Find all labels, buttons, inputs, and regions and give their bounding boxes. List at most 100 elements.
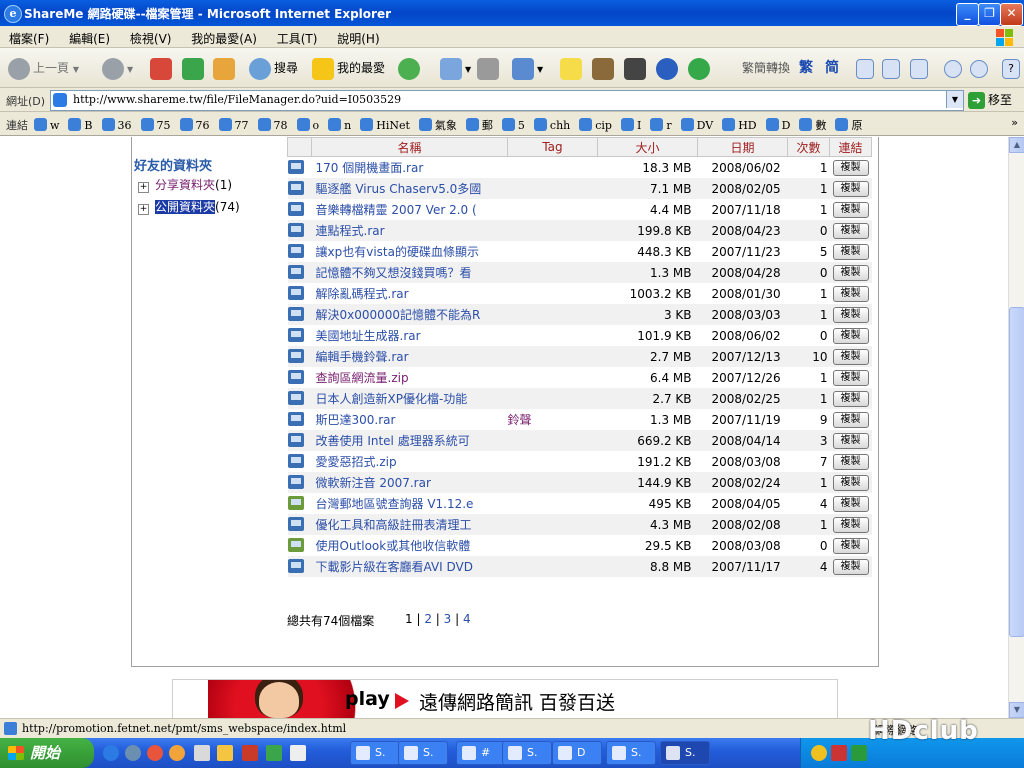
copy-button[interactable]: 複製 [832, 244, 869, 260]
scroll-up-icon[interactable]: ▲ [1009, 137, 1024, 153]
menu-help[interactable]: 說明(H) [328, 26, 386, 47]
tray-icon[interactable] [811, 745, 827, 761]
copy-button[interactable]: 複製 [832, 517, 869, 533]
copy-button[interactable]: 複製 [832, 223, 869, 239]
link-item[interactable]: 36 [101, 118, 132, 132]
favorites-button[interactable]: 我的最愛 [312, 55, 385, 81]
link-item[interactable]: 78 [257, 118, 288, 132]
address-dropdown-icon[interactable]: ▼ [946, 91, 963, 108]
maximize-button[interactable]: ❐ [978, 3, 1001, 26]
table-row[interactable]: 記憶體不夠又想沒錢買嗎？看 1.3 MB 2008/04/28 0 複製 [287, 262, 872, 283]
header-count[interactable]: 次數 [787, 137, 830, 157]
link-item[interactable]: 氣象 [418, 117, 457, 133]
link-item[interactable]: n [328, 118, 351, 132]
table-row[interactable]: 微軟新注音 2007.rar 144.9 KB 2008/02/24 1 複製 [287, 472, 872, 493]
header-size[interactable]: 大小 [597, 137, 698, 157]
go-button[interactable]: ➜ 移至 [968, 91, 1012, 109]
taskbar-task[interactable]: S. [660, 741, 710, 765]
copy-button[interactable]: 複製 [832, 538, 869, 554]
table-row[interactable]: 解除亂碼程式.rar 1003.2 KB 2008/01/30 1 複製 [287, 283, 872, 304]
copy-button[interactable]: 複製 [832, 160, 869, 176]
folder-quicklaunch-icon[interactable] [217, 745, 233, 761]
minimize-button[interactable]: _ [956, 3, 979, 26]
table-row[interactable]: 使用Outlook或其他收信軟體 29.5 KB 2008/03/08 0 複製 [287, 535, 872, 556]
table-row[interactable]: 愛愛惡招式.zip 191.2 KB 2008/03/08 7 複製 [287, 451, 872, 472]
copy-button[interactable]: 複製 [832, 475, 869, 491]
scroll-thumb[interactable] [1009, 307, 1024, 637]
link-item[interactable]: B [68, 118, 93, 132]
history-button[interactable] [398, 55, 423, 81]
copy-button[interactable]: 複製 [832, 433, 869, 449]
copy-button[interactable]: 複製 [832, 496, 869, 512]
menu-tools[interactable]: 工具(T) [268, 26, 325, 47]
link-item[interactable]: 76 [179, 118, 210, 132]
file-name-link[interactable]: 解除亂碼程式.rar [311, 283, 508, 304]
table-row[interactable]: 改善使用 Intel 處理器系統可 669.2 KB 2008/04/14 3 複製 [287, 430, 872, 451]
table-row[interactable]: 編輯手機鈴聲.rar 2.7 MB 2007/12/13 10 複製 [287, 346, 872, 367]
file-name-link[interactable]: 音樂轉檔精靈 2007 Ver 2.0 ( [311, 199, 508, 220]
table-row[interactable]: 優化工具和高級註冊表清理工 4.3 MB 2008/02/08 1 複製 [287, 514, 872, 535]
file-name-link[interactable]: 微軟新注音 2007.rar [311, 472, 508, 493]
link-item[interactable]: 原 [835, 117, 862, 133]
zoom-out-button[interactable] [970, 55, 991, 81]
copy-button[interactable]: 複製 [832, 391, 869, 407]
app-quicklaunch-icon[interactable] [242, 745, 258, 761]
messenger-button[interactable] [688, 55, 713, 81]
table-row[interactable]: 讓xp也有vista的硬碟血條顯示 448.3 KB 2007/11/23 5 複製 [287, 241, 872, 262]
file-name-link[interactable]: 記憶體不夠又想沒錢買嗎？看 [311, 262, 508, 283]
file-name-link[interactable]: 下載影片級在客廳看AVI DVD [311, 556, 508, 577]
table-row[interactable]: 日本人創造新XP優化檔-功能 2.7 KB 2008/02/25 1 複製 [287, 388, 872, 409]
tool-quicklaunch-icon[interactable] [194, 745, 210, 761]
research-button[interactable] [592, 55, 617, 81]
file-name-link[interactable]: 連點程式.rar [311, 220, 508, 241]
expand-icon[interactable]: + [138, 182, 149, 193]
refresh-button[interactable] [182, 55, 207, 81]
firefox-quicklaunch-icon[interactable] [169, 745, 185, 761]
copy-button[interactable]: 複製 [832, 412, 869, 428]
traditional-button[interactable]: 繁 [799, 55, 813, 81]
taskbar-task[interactable]: S. [502, 741, 552, 765]
lock-button[interactable] [910, 55, 931, 81]
scroll-down-icon[interactable]: ▼ [1009, 702, 1024, 718]
taskbar-task[interactable]: D [552, 741, 602, 765]
browser-quicklaunch-icon[interactable] [125, 745, 141, 761]
link-item[interactable]: chh [533, 118, 570, 132]
taskbar-task[interactable]: S. [398, 741, 448, 765]
edit-button[interactable]: ▼ [512, 55, 543, 81]
link-item[interactable]: HiNet [360, 118, 410, 132]
copy-button[interactable]: 複製 [832, 349, 869, 365]
menu-view[interactable]: 檢視(V) [121, 26, 179, 47]
tray-icon[interactable] [851, 745, 867, 761]
link-item[interactable]: w [34, 118, 59, 132]
copy-button[interactable]: 複製 [832, 454, 869, 470]
menu-file[interactable]: 檔案(F) [0, 26, 56, 47]
table-row[interactable]: 台灣郵地區號查詢器 V1.12.e 495 KB 2008/04/05 4 複製 [287, 493, 872, 514]
tray-icon[interactable] [831, 745, 847, 761]
download-button[interactable] [882, 55, 903, 81]
link-item[interactable]: I [620, 118, 641, 132]
copy-button[interactable]: 複製 [832, 202, 869, 218]
file-name-link[interactable]: 日本人創造新XP優化檔-功能 [311, 388, 508, 409]
taskbar-task[interactable]: # [456, 741, 506, 765]
taskbar-task[interactable]: S. [350, 741, 400, 765]
copy-button[interactable]: 複製 [832, 181, 869, 197]
file-name-link[interactable]: 改善使用 Intel 處理器系統可 [311, 430, 508, 451]
page-link[interactable]: 2 [424, 612, 432, 626]
page-link[interactable]: 3 [444, 612, 452, 626]
stop-button[interactable] [150, 55, 175, 81]
link-item[interactable]: 75 [140, 118, 171, 132]
tool-button[interactable] [624, 55, 649, 81]
link-item[interactable]: DV [680, 118, 713, 132]
start-button[interactable]: 開始 [0, 738, 94, 768]
link-item[interactable]: D [765, 118, 790, 132]
app3-quicklaunch-icon[interactable] [290, 745, 306, 761]
back-button[interactable]: 上一頁 ▼ [8, 55, 79, 81]
copy-button[interactable]: 複製 [832, 307, 869, 323]
copy-button[interactable]: 複製 [832, 559, 869, 575]
simplified-button[interactable]: 简 [825, 55, 839, 81]
copy-button[interactable]: 複製 [832, 265, 869, 281]
table-row[interactable]: 解決0x000000記憶體不能為R 3 KB 2008/03/03 1 複製 [287, 304, 872, 325]
folder-public[interactable]: + 公開資料夾(74) [138, 198, 240, 215]
chrome-quicklaunch-icon[interactable] [147, 745, 163, 761]
address-input[interactable]: http://www.shareme.tw/file/FileManager.d… [50, 90, 964, 111]
